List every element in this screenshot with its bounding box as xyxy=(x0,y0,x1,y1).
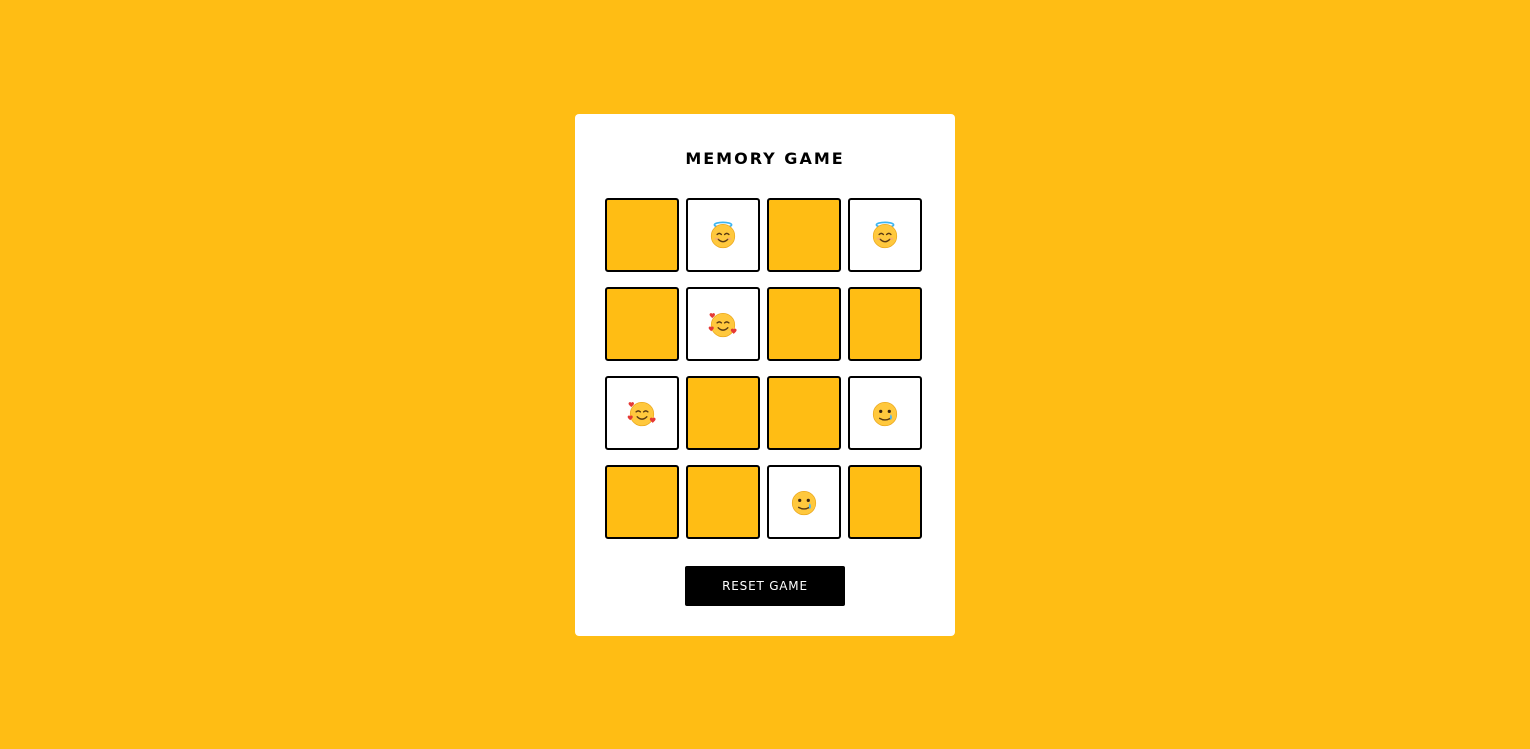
face-holding-back-tears-icon xyxy=(789,487,819,517)
smiling-face-with-halo-icon xyxy=(708,220,738,250)
smiling-face-with-halo-icon xyxy=(870,220,900,250)
memory-card[interactable] xyxy=(605,465,679,539)
memory-card[interactable] xyxy=(848,287,922,361)
memory-card[interactable] xyxy=(686,465,760,539)
memory-card[interactable] xyxy=(848,465,922,539)
memory-card[interactable] xyxy=(848,376,922,450)
face-holding-back-tears-icon xyxy=(870,398,900,428)
smiling-face-with-hearts-icon xyxy=(627,398,657,428)
memory-card[interactable] xyxy=(767,287,841,361)
memory-card[interactable] xyxy=(686,198,760,272)
memory-card[interactable] xyxy=(767,376,841,450)
memory-card[interactable] xyxy=(848,198,922,272)
memory-card[interactable] xyxy=(605,376,679,450)
memory-card[interactable] xyxy=(767,465,841,539)
memory-card[interactable] xyxy=(767,198,841,272)
card-grid xyxy=(605,198,922,539)
memory-card[interactable] xyxy=(686,287,760,361)
reset-game-button[interactable]: RESET GAME xyxy=(685,566,845,606)
memory-card[interactable] xyxy=(686,376,760,450)
memory-card[interactable] xyxy=(605,287,679,361)
game-title: MEMORY GAME xyxy=(685,149,845,168)
memory-card[interactable] xyxy=(605,198,679,272)
smiling-face-with-hearts-icon xyxy=(708,309,738,339)
